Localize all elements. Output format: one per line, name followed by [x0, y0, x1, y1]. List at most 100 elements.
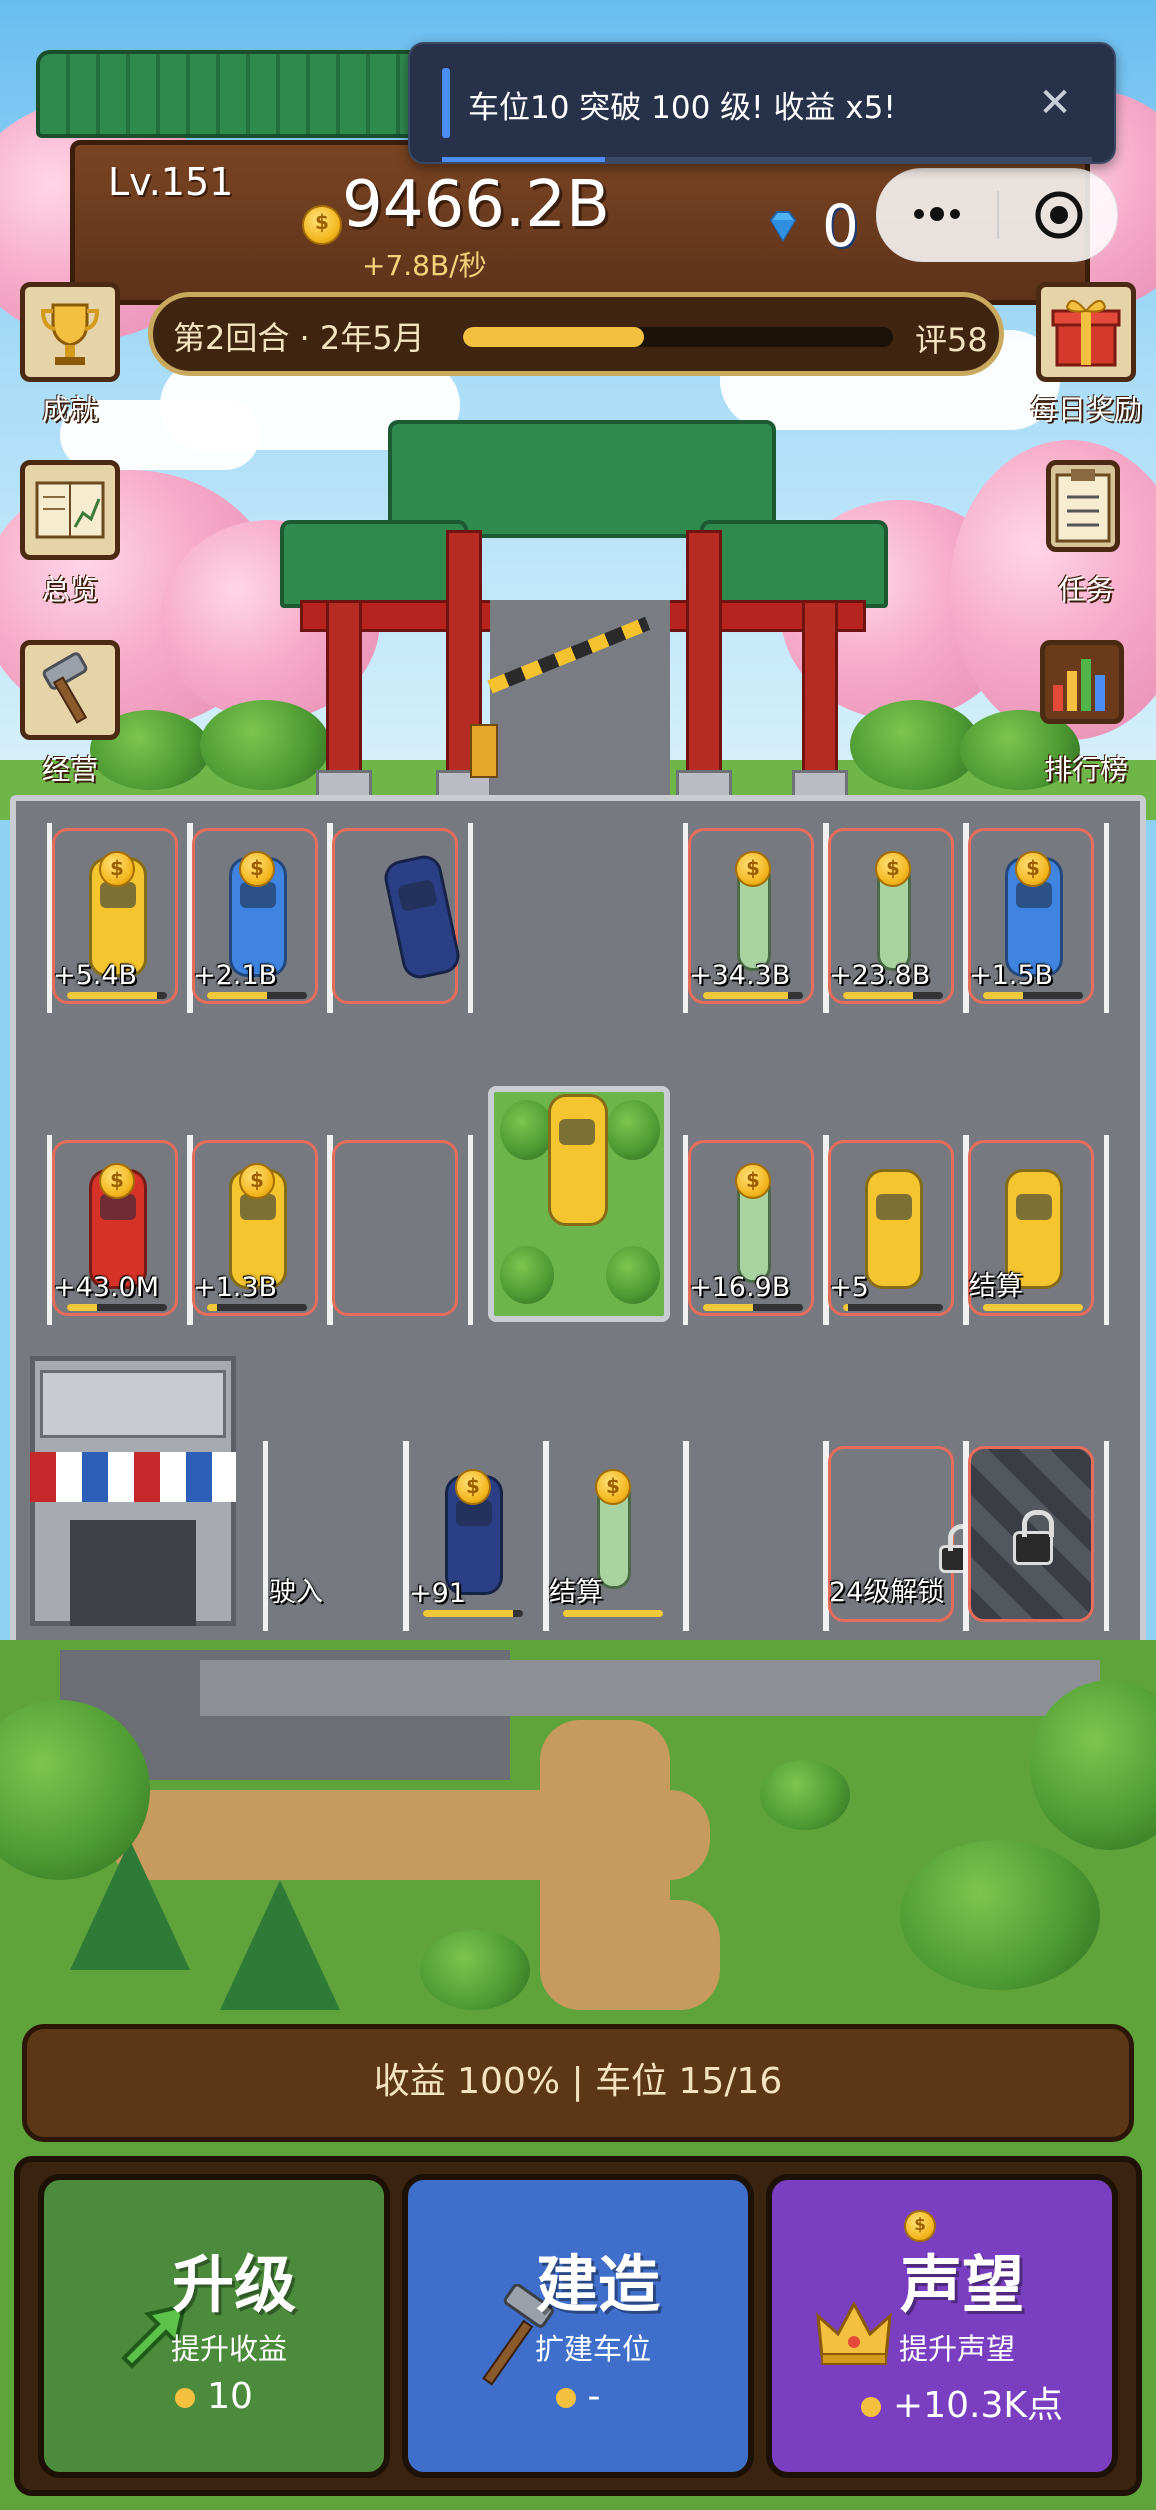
lock-icon [1013, 1510, 1054, 1565]
parking-slot[interactable]: $ +5.4B [47, 823, 193, 1013]
parking-slot[interactable]: +5 [823, 1135, 969, 1325]
coin-icon[interactable]: $ [875, 851, 911, 887]
parking-slot[interactable]: $ +34.3B [683, 823, 829, 1013]
slot-progress-bar [703, 992, 803, 999]
gate-pillar [802, 600, 838, 786]
slot-lines [683, 1441, 829, 1631]
gem-count: 0 [822, 192, 859, 260]
coin-icon[interactable]: $ [99, 1163, 135, 1199]
action-panel: 升级 提升收益 10 建造 扩建车位 - $ 声望 提升声望 +10.3K点 [14, 2156, 1142, 2496]
achievements-button[interactable] [20, 282, 120, 382]
slot-progress-bar [703, 1304, 803, 1311]
overview-button[interactable] [20, 460, 120, 560]
daily-reward-label: 每日奖励 [1029, 393, 1142, 426]
slot-income-label: +43.0M [53, 1272, 160, 1303]
gate-roof-left [280, 520, 468, 608]
close-icon[interactable]: ✕ [1030, 78, 1080, 128]
stats-bar: 收益 100% | 车位 15/16 [22, 2024, 1134, 2142]
rating: 评58 [915, 321, 988, 359]
parking-slot[interactable]: $ 结算 [543, 1441, 689, 1631]
shop-awning [30, 1452, 236, 1502]
slot-progress-bar [983, 992, 1083, 999]
slot-income-label: +1.5B [969, 960, 1054, 991]
parking-slot[interactable] [963, 1441, 1109, 1631]
upgrade-subtitle: 提升收益 [170, 2332, 287, 2366]
parking-slot[interactable]: 驶入 [263, 1441, 409, 1631]
build-cost: - [408, 2376, 748, 2417]
coin-icon[interactable]: $ [99, 851, 135, 887]
parking-slot[interactable] [683, 1441, 829, 1631]
target-icon[interactable] [1033, 189, 1085, 241]
manage-button[interactable] [20, 640, 120, 740]
slot-progress-bar [207, 1304, 307, 1311]
slot-progress-bar [207, 992, 307, 999]
slot-income-label: 驶入 [269, 1577, 323, 1608]
coin-icon[interactable]: $ [735, 851, 771, 887]
slot-progress-bar [67, 1304, 167, 1311]
slot-income-label: 结算 [549, 1577, 603, 1608]
coin-icon[interactable]: $ [595, 1469, 631, 1505]
yellow-taxi [865, 1169, 923, 1289]
bar-chart-icon [1053, 659, 1105, 711]
gate-roof-right [700, 520, 888, 608]
money-amount: 9466.2B [342, 168, 610, 242]
sidewalk [200, 1660, 1100, 1716]
manage-label: 经营 [41, 753, 98, 786]
bush [760, 1760, 850, 1830]
coin-icon [175, 2388, 196, 2408]
shop-sign-board [40, 1370, 226, 1438]
slot-income-label: +34.3B [689, 960, 791, 991]
overview-chart-icon [35, 481, 105, 539]
trophy-icon [40, 303, 100, 365]
slot-income-label: +16.9B [689, 1272, 791, 1303]
build-button[interactable]: 建造 扩建车位 - [402, 2174, 754, 2478]
more-icon[interactable] [907, 199, 967, 229]
income-rate: +7.8B/秒 [362, 249, 487, 282]
slot-progress-bar [67, 992, 167, 999]
gate-pillar [686, 530, 722, 786]
coin-icon [861, 2397, 882, 2417]
parking-slot[interactable] [327, 1135, 473, 1325]
upgrade-button[interactable]: 升级 提升收益 10 [38, 2174, 390, 2478]
toast-progress [442, 157, 1092, 162]
slot-progress-bar [563, 1610, 663, 1617]
leaderboard-button[interactable] [1040, 640, 1124, 724]
slot-progress-bar [423, 1610, 523, 1617]
dirt-path [560, 1900, 720, 2010]
achievements-label: 成就 [41, 393, 98, 426]
coin-icon[interactable]: $ [239, 851, 275, 887]
shop-door [70, 1520, 196, 1626]
barrier-post [470, 724, 498, 778]
prestige-cost: +10.3K点 [772, 2376, 1112, 2428]
leaderboard-label: 排行榜 [1043, 753, 1128, 786]
parking-slot[interactable]: $ +2.1B [187, 823, 333, 1013]
parking-slot[interactable]: 结算 [963, 1135, 1109, 1325]
slot-income-label: +1.3B [193, 1272, 278, 1303]
parking-slot[interactable]: $ +16.9B [683, 1135, 829, 1325]
parking-slot[interactable]: $ +1.3B [187, 1135, 333, 1325]
coin-icon[interactable]: $ [455, 1469, 491, 1505]
slot-income-label: +5.4B [53, 960, 138, 991]
parking-slot[interactable]: $ +23.8B [823, 823, 969, 1013]
notification-toast: 车位10 突破 100 级! 收益 x5! ✕ [408, 42, 1116, 164]
slot-income-label: 结算 [969, 1271, 1023, 1302]
round-label: 第2回合 · 2年5月 [173, 319, 425, 357]
bush [420, 1930, 530, 2010]
slot-income-label: +23.8B [829, 960, 931, 991]
coin-icon[interactable]: $ [1015, 851, 1051, 887]
coin-icon[interactable]: $ [735, 1163, 771, 1199]
parking-slot[interactable]: 24级解锁 [823, 1441, 980, 1631]
gate-pillar [326, 600, 362, 786]
yellow-taxi [548, 1094, 608, 1226]
mini-program-capsule [876, 168, 1118, 262]
coin-icon[interactable]: $ [239, 1163, 275, 1199]
parking-slot[interactable]: $ +91 [403, 1441, 549, 1631]
daily-reward-button[interactable] [1036, 282, 1136, 382]
parking-slot[interactable]: $ +1.5B [963, 823, 1109, 1013]
parking-slot[interactable]: $ +43.0M [47, 1135, 193, 1325]
upgrade-title: 升级 [171, 2248, 296, 2321]
tree [900, 1840, 1100, 1990]
parking-slot[interactable] [327, 823, 473, 1013]
prestige-button[interactable]: $ 声望 提升声望 +10.3K点 [766, 2174, 1118, 2478]
tasks-button[interactable] [1046, 460, 1120, 552]
